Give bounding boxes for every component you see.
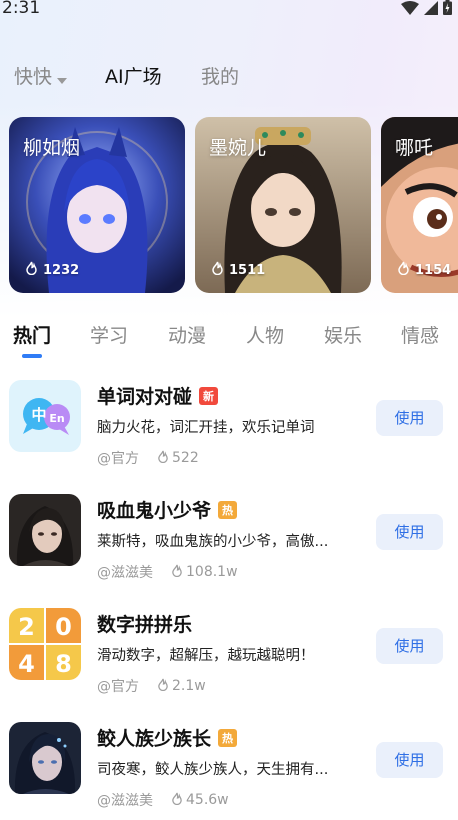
item-title: 单词对对碰 新 bbox=[97, 382, 219, 409]
tab-mine[interactable]: 我的 bbox=[201, 62, 239, 92]
item-title-text: 鲛人族少族长 bbox=[97, 728, 212, 750]
featured-carousel: 柳如烟 1232 墨婉儿 1511 哪吒 1154 bbox=[0, 117, 458, 293]
caret-down-icon bbox=[57, 63, 68, 93]
featured-card[interactable]: 柳如烟 1232 bbox=[9, 117, 185, 293]
status-time: 2:31 bbox=[2, 0, 41, 18]
flame-icon bbox=[25, 261, 38, 279]
item-description: 滑动数字，超解压，越玩越聪明！ bbox=[97, 648, 315, 664]
tile-label: 8 bbox=[55, 650, 72, 678]
use-button[interactable]: 使用 bbox=[376, 400, 443, 436]
portrait-icon bbox=[9, 494, 81, 566]
featured-card[interactable]: 墨婉儿 1511 bbox=[195, 117, 371, 293]
item-title: 数字拼拼乐 bbox=[97, 610, 192, 637]
tab-hot[interactable]: 热门 bbox=[13, 322, 51, 350]
featured-card[interactable]: 哪吒 1154 bbox=[381, 117, 458, 293]
top-tabs: 快快 AI广场 我的 bbox=[0, 62, 458, 92]
featured-card-name: 柳如烟 bbox=[23, 137, 81, 159]
item-uses: 522 bbox=[157, 450, 199, 467]
status-icons bbox=[401, 0, 452, 15]
featured-card-count: 1154 bbox=[415, 262, 452, 278]
list-item[interactable]: 吸血鬼小少爷 热 莱斯特，吸血鬼族的小少爷，高傲... @滋滋美 108.1w … bbox=[0, 494, 458, 598]
item-meta: @官方 522 bbox=[97, 448, 199, 468]
item-author: @官方 bbox=[97, 451, 139, 467]
wifi-icon bbox=[401, 0, 419, 15]
item-uses: 45.6w bbox=[171, 792, 229, 809]
item-uses-count: 522 bbox=[172, 450, 199, 466]
tab-characters[interactable]: 人物 bbox=[246, 322, 284, 350]
list-item[interactable]: 鲛人族少族长 热 司夜寒，鲛人族少族人，天生拥有... @滋滋美 45.6w 使… bbox=[0, 722, 458, 820]
item-title-text: 吸血鬼小少爷 bbox=[97, 500, 212, 522]
tile-label: 4 bbox=[18, 650, 35, 678]
hot-badge: 热 bbox=[218, 500, 238, 519]
item-description: 司夜寒，鲛人族少族人，天生拥有... bbox=[97, 762, 329, 778]
use-button[interactable]: 使用 bbox=[376, 514, 443, 550]
tile-label: 0 bbox=[55, 613, 72, 641]
battery-icon bbox=[443, 0, 452, 15]
item-author: @滋滋美 bbox=[97, 565, 153, 581]
item-meta: @官方 2.1w bbox=[97, 676, 206, 696]
item-meta: @滋滋美 45.6w bbox=[97, 790, 229, 810]
featured-card-stat: 1232 bbox=[25, 261, 79, 279]
flame-icon bbox=[171, 564, 183, 581]
item-author: @官方 bbox=[97, 679, 139, 695]
tile-label: 2 bbox=[18, 613, 35, 641]
tab-study[interactable]: 学习 bbox=[90, 322, 128, 350]
featured-card-name: 哪吒 bbox=[395, 137, 434, 159]
tab-ai-square[interactable]: AI广场 bbox=[105, 62, 162, 92]
use-button[interactable]: 使用 bbox=[376, 628, 443, 664]
category-tabs: 热门 学习 动漫 人物 娱乐 情感 bbox=[0, 322, 458, 362]
item-description: 脑力火花，词汇开挂，欢乐记单词 bbox=[97, 420, 315, 436]
thumb-label: En bbox=[49, 412, 64, 425]
item-meta: @滋滋美 108.1w bbox=[97, 562, 238, 582]
item-uses-count: 2.1w bbox=[172, 678, 206, 694]
item-uses: 2.1w bbox=[157, 678, 206, 695]
item-uses-count: 108.1w bbox=[186, 564, 238, 580]
2048-tile-icon: 2 0 4 8 bbox=[9, 608, 81, 680]
list-item[interactable]: 中 En 单词对对碰 新 脑力火花，词汇开挂，欢乐记单词 @官方 522 使用 bbox=[0, 380, 458, 484]
thumb-label: 中 bbox=[31, 406, 46, 424]
item-description: 莱斯特，吸血鬼族的小少爷，高傲... bbox=[97, 534, 329, 550]
featured-card-count: 1232 bbox=[43, 262, 80, 278]
item-uses: 108.1w bbox=[171, 564, 238, 581]
item-author: @滋滋美 bbox=[97, 793, 153, 809]
hot-badge: 热 bbox=[218, 728, 238, 747]
active-tab-indicator bbox=[22, 354, 42, 358]
flame-icon bbox=[397, 261, 410, 279]
portrait-icon bbox=[9, 722, 81, 794]
featured-card-count: 1511 bbox=[229, 262, 266, 278]
tab-anime[interactable]: 动漫 bbox=[168, 322, 206, 350]
featured-card-name: 墨婉儿 bbox=[209, 137, 267, 159]
item-title: 鲛人族少族长 热 bbox=[97, 724, 238, 751]
tab-entertainment[interactable]: 娱乐 bbox=[324, 322, 362, 350]
tab-label: 快快 bbox=[14, 66, 53, 88]
tab-kuaikuai[interactable]: 快快 bbox=[14, 62, 68, 93]
flame-icon bbox=[157, 450, 169, 467]
chat-bubbles-icon: 中 En bbox=[9, 380, 81, 452]
item-title: 吸血鬼小少爷 热 bbox=[97, 496, 238, 523]
item-uses-count: 45.6w bbox=[186, 792, 229, 808]
status-bar: 2:31 bbox=[0, 0, 458, 22]
featured-card-stat: 1154 bbox=[397, 261, 451, 279]
tab-emotion[interactable]: 情感 bbox=[401, 322, 439, 350]
item-title-text: 数字拼拼乐 bbox=[97, 614, 193, 636]
flame-icon bbox=[157, 678, 169, 695]
featured-card-stat: 1511 bbox=[211, 261, 265, 279]
list-item[interactable]: 2 0 4 8 数字拼拼乐 滑动数字，超解压，越玩越聪明！ @官方 2.1w 使… bbox=[0, 608, 458, 712]
item-title-text: 单词对对碰 bbox=[97, 386, 193, 408]
flame-icon bbox=[211, 261, 224, 279]
signal-icon bbox=[424, 0, 438, 15]
flame-icon bbox=[171, 792, 183, 809]
new-badge: 新 bbox=[199, 386, 219, 405]
use-button[interactable]: 使用 bbox=[376, 742, 443, 778]
